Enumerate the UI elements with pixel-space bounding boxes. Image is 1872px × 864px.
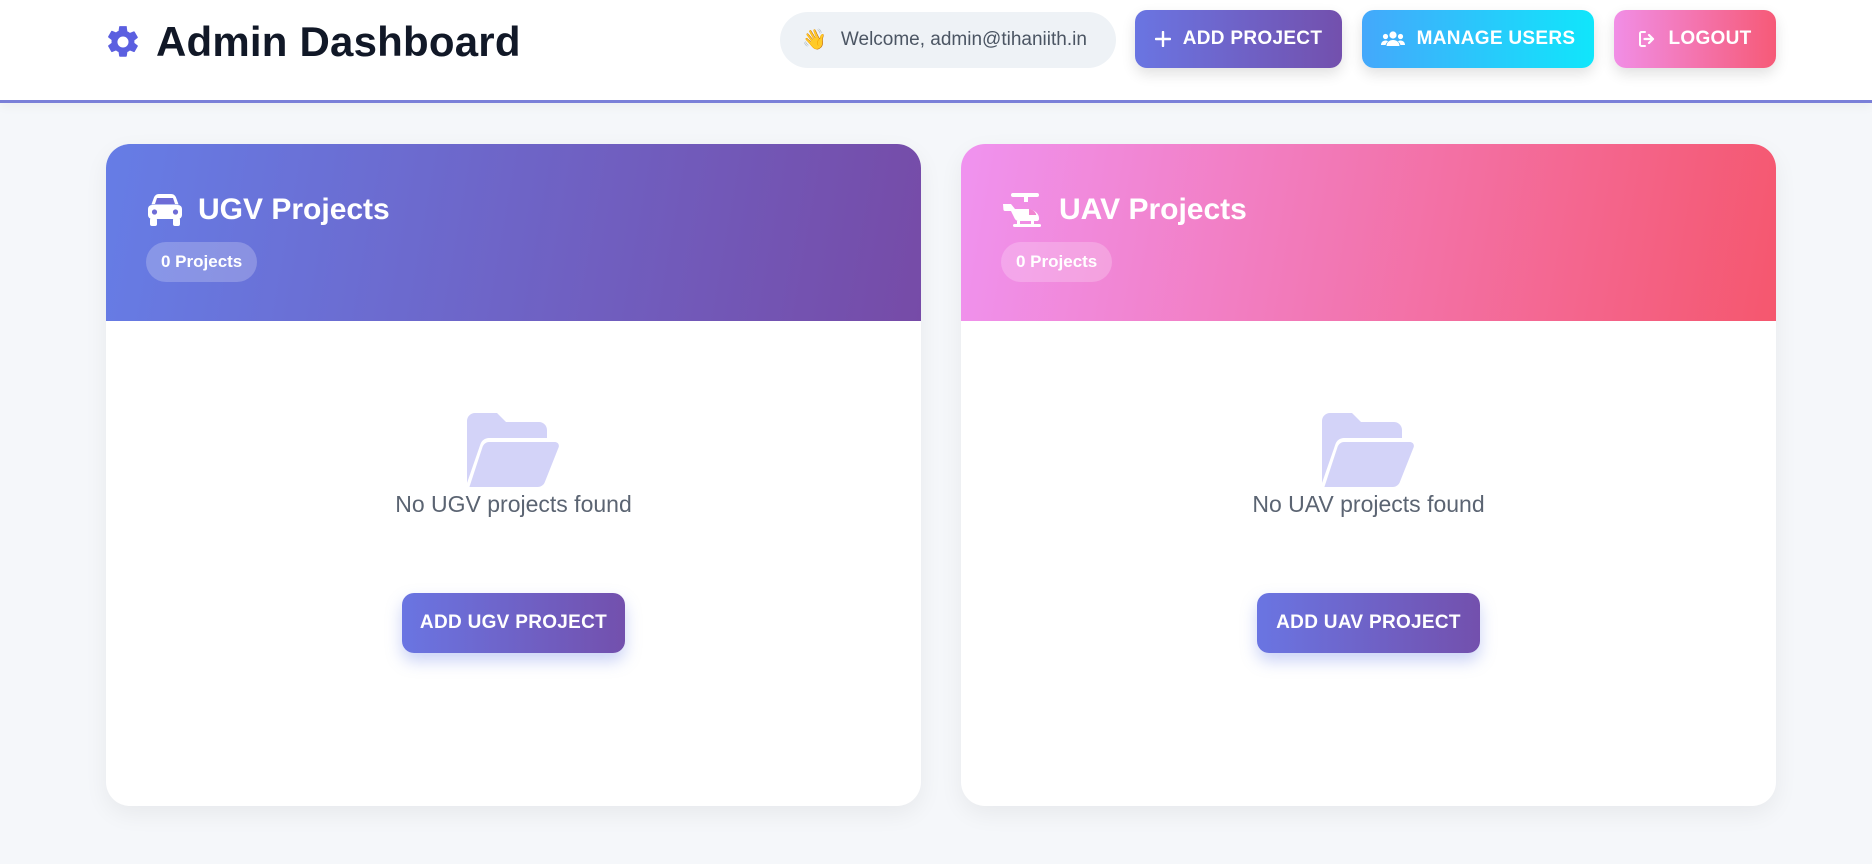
- ugv-count-badge: 0 Projects: [146, 242, 258, 282]
- folder-open-icon: [467, 413, 559, 487]
- logout-button[interactable]: LOGOUT: [1614, 10, 1776, 68]
- logout-icon: [1639, 31, 1655, 47]
- manage-users-label: MANAGE USERS: [1416, 28, 1576, 49]
- waving-hand-icon: 👋: [802, 29, 827, 51]
- uav-empty-message: No UAV projects found: [1252, 491, 1485, 517]
- ugv-empty-message: No UGV projects found: [395, 491, 632, 517]
- users-icon: [1380, 31, 1405, 46]
- brand: Admin Dashboard: [104, 14, 521, 70]
- welcome-badge: 👋 Welcome, admin@tihaniith.in: [780, 12, 1116, 68]
- uav-card-header: UAV Projects 0 Projects: [961, 144, 1776, 321]
- uav-card-body: No UAV projects found ADD UAV PROJECT: [961, 321, 1776, 806]
- car-icon: [148, 194, 182, 226]
- plus-icon: [1154, 31, 1171, 47]
- folder-open-icon: [1322, 413, 1414, 487]
- top-header: Admin Dashboard 👋 Welcome, admin@tihanii…: [0, 0, 1872, 103]
- add-ugv-project-button[interactable]: ADD UGV PROJECT: [402, 593, 625, 653]
- add-uav-project-button[interactable]: ADD UAV PROJECT: [1257, 593, 1480, 653]
- ugv-card-title: UGV Projects: [198, 193, 390, 226]
- uav-count-badge: 0 Projects: [1001, 242, 1113, 282]
- ugv-title-row: UGV Projects: [146, 190, 390, 230]
- ugv-projects-card: UGV Projects 0 Projects No UGV projects …: [106, 144, 921, 806]
- gear-icon: [108, 26, 138, 57]
- logout-label: LOGOUT: [1668, 28, 1752, 49]
- uav-title-row: UAV Projects: [1001, 190, 1247, 230]
- add-project-button[interactable]: ADD PROJECT: [1135, 10, 1342, 68]
- page-title: Admin Dashboard: [156, 18, 521, 65]
- uav-card-title: UAV Projects: [1059, 193, 1247, 226]
- ugv-card-header: UGV Projects 0 Projects: [106, 144, 921, 321]
- add-project-label: ADD PROJECT: [1182, 28, 1323, 49]
- helicopter-icon: [1003, 193, 1041, 227]
- uav-projects-card: UAV Projects 0 Projects No UAV projects …: [961, 144, 1776, 806]
- manage-users-button[interactable]: MANAGE USERS: [1362, 10, 1594, 68]
- ugv-card-body: No UGV projects found ADD UGV PROJECT: [106, 321, 921, 806]
- welcome-text: Welcome, admin@tihaniith.in: [840, 29, 1087, 50]
